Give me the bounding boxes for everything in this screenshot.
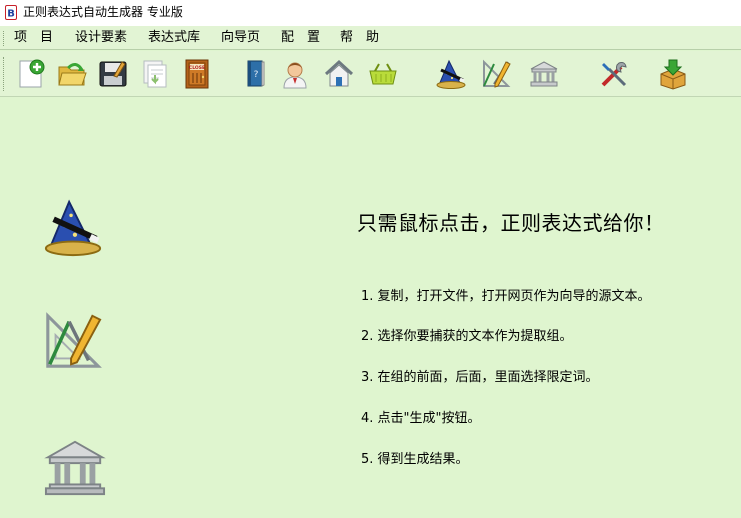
menu-wizard-page[interactable]: 向导页 xyxy=(221,30,260,46)
drafting-tools-icon[interactable] xyxy=(42,310,104,372)
open-folder-icon xyxy=(58,63,87,86)
home-icon xyxy=(324,59,354,87)
manual-button[interactable]: ? xyxy=(238,57,272,91)
save-disk-icon xyxy=(99,61,127,87)
close-button[interactable]: CLOSE xyxy=(180,57,214,91)
toolbar: CLOSE ? xyxy=(0,51,741,97)
basket-button[interactable] xyxy=(366,57,400,91)
home-button[interactable] xyxy=(322,57,356,91)
user-button[interactable] xyxy=(278,57,312,91)
headline: 只需鼠标点击，正则表达式给你！ xyxy=(357,211,665,235)
svg-text:B: B xyxy=(7,9,15,20)
new-project-button[interactable] xyxy=(14,57,48,91)
open-project-button[interactable] xyxy=(55,57,89,91)
import-icon xyxy=(143,60,167,88)
wizard-button[interactable] xyxy=(434,57,468,91)
menu-bar: 项 目 设计要素 表达式库 向导页 配 置 帮 助 xyxy=(0,26,741,50)
settings-tools-button[interactable] xyxy=(597,57,631,91)
tools-icon xyxy=(601,62,627,87)
book-icon: ? xyxy=(247,60,265,87)
wizard-hat-icon[interactable] xyxy=(42,196,104,258)
menu-project[interactable]: 项 目 xyxy=(14,30,53,46)
menu-expression-library[interactable]: 表达式库 xyxy=(148,30,200,46)
save-button[interactable] xyxy=(96,57,130,91)
close-sign-label: CLOSE xyxy=(189,65,205,71)
svg-text:?: ? xyxy=(254,70,259,80)
title-bar: B 正则表达式自动生成器 专业版 xyxy=(0,0,741,26)
app-icon: B xyxy=(5,5,17,20)
library-icon[interactable] xyxy=(44,436,106,498)
window-title: 正则表达式自动生成器 专业版 xyxy=(23,5,183,19)
user-icon xyxy=(283,62,307,89)
toolbar-grip xyxy=(3,57,6,91)
menu-grip xyxy=(3,31,6,46)
menu-design-elements[interactable]: 设计要素 xyxy=(75,30,127,46)
close-door-icon: CLOSE xyxy=(185,59,209,89)
design-tools-button[interactable] xyxy=(479,57,513,91)
library-button[interactable] xyxy=(527,57,561,91)
drafting-tools-icon xyxy=(483,59,511,88)
wizard-hat-icon xyxy=(436,59,466,89)
new-document-icon xyxy=(19,59,45,88)
step-4: 4. 点击"生成"按钮。 xyxy=(361,411,481,426)
step-5: 5. 得到生成结果。 xyxy=(361,452,469,467)
import-button[interactable] xyxy=(138,57,172,91)
menu-help[interactable]: 帮 助 xyxy=(340,30,379,46)
step-2: 2. 选择你要捕获的文本作为提取组。 xyxy=(361,329,573,344)
step-3: 3. 在组的前面，后面，里面选择限定词。 xyxy=(361,370,599,385)
wizard-page: 只需鼠标点击，正则表达式给你！ 1. 复制，打开文件，打开网页作为向导的源文本。… xyxy=(0,98,741,518)
download-box-icon xyxy=(660,59,686,90)
basket-icon xyxy=(369,63,397,85)
menu-settings[interactable]: 配 置 xyxy=(281,30,320,46)
library-icon xyxy=(530,61,558,87)
download-button[interactable] xyxy=(656,57,690,91)
step-1: 1. 复制，打开文件，打开网页作为向导的源文本。 xyxy=(361,289,651,304)
